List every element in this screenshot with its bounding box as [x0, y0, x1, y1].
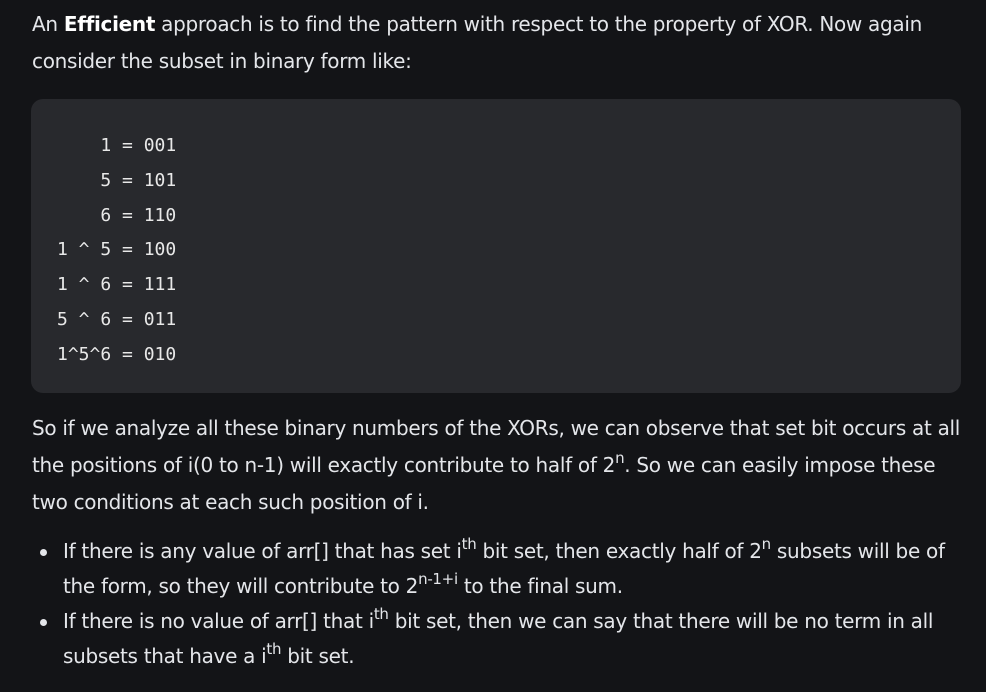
- bullet-superscript: n: [761, 535, 772, 553]
- list-item: If there is any value of arr[] that has …: [32, 534, 962, 604]
- bullet-superscript: n-1+i: [418, 570, 458, 588]
- code-line: 5 ^ 6 = 011: [57, 308, 177, 330]
- bullet-text: If there is any value of arr[] that has …: [63, 539, 462, 563]
- bullet-text: to the final sum.: [457, 574, 623, 598]
- code-line: 1 = 001: [57, 135, 177, 156]
- code-line: 5 = 101: [57, 169, 177, 191]
- bullet-superscript: th: [373, 605, 389, 623]
- bullet-text: If there is no value of arr[] that i: [63, 609, 374, 633]
- intro-text-start: An: [32, 12, 64, 36]
- condition-list: If there is any value of arr[] that has …: [32, 534, 962, 674]
- code-line: 1^5^6 = 010: [57, 343, 177, 365]
- list-item: If there is no value of arr[] that ith b…: [32, 604, 962, 674]
- analysis-superscript: n: [615, 449, 625, 467]
- code-line: 1 ^ 6 = 111: [57, 274, 177, 296]
- code-block: 1 = 001 5 = 101 6 = 110 1 ^ 5 = 100 1 ^ …: [31, 99, 961, 393]
- analysis-paragraph: So if we analyze all these binary number…: [32, 410, 962, 521]
- bullet-text: bit set, then exactly half of 2: [476, 539, 762, 563]
- bullet-text: bit set.: [281, 644, 355, 668]
- intro-paragraph: An Efficient approach is to find the pat…: [32, 6, 962, 80]
- bullet-superscript: th: [266, 640, 282, 658]
- article-body: An Efficient approach is to find the pat…: [0, 0, 962, 674]
- bullet-superscript: th: [461, 535, 477, 553]
- intro-bold-term: Efficient: [63, 12, 156, 36]
- code-line: 1 ^ 5 = 100: [57, 239, 177, 261]
- intro-text-end: approach is to find the pattern with res…: [32, 12, 922, 73]
- code-line: 6 = 110: [57, 204, 177, 226]
